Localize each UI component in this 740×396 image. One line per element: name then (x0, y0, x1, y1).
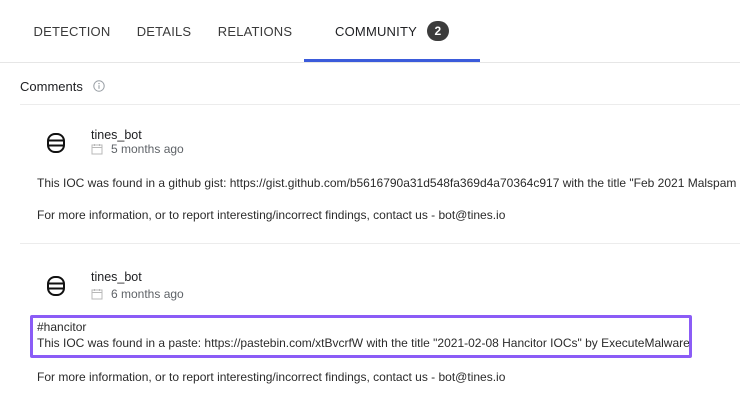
divider (20, 243, 740, 244)
tab-label: COMMUNITY (335, 23, 417, 39)
comment-item: tines_bot 6 months ago #hancitor This IO… (20, 262, 740, 392)
tab-label: DETAILS (136, 23, 192, 39)
comment-footer-text: For more information, or to report inter… (37, 370, 506, 384)
tines-bot-avatar-icon (47, 133, 65, 153)
calendar-icon (91, 144, 103, 155)
tines-bot-avatar-icon (47, 276, 65, 296)
calendar-icon (91, 289, 103, 300)
tab-label: RELATIONS (217, 23, 293, 39)
comment-footer-text: For more information, or to report inter… (37, 208, 506, 222)
comment-meta: 5 months ago (91, 142, 184, 156)
tab-relations[interactable]: RELATIONS (210, 0, 300, 62)
comment-meta: 6 months ago (91, 287, 184, 301)
comment-item: tines_bot 5 months ago This IOC was foun… (20, 120, 740, 230)
tab-details[interactable]: DETAILS (128, 0, 200, 62)
comment-time: 6 months ago (111, 287, 184, 301)
comment-time: 5 months ago (111, 142, 184, 156)
comments-header: Comments (20, 77, 105, 95)
info-icon[interactable] (93, 80, 105, 92)
comment-author[interactable]: tines_bot (91, 270, 142, 284)
comment-count-badge: 2 (426, 21, 449, 41)
tab-bar: DETECTION DETAILS RELATIONS COMMUNITY 2 (0, 0, 740, 63)
active-tab-indicator (304, 59, 480, 62)
divider (20, 104, 740, 105)
tab-community[interactable]: COMMUNITY 2 (304, 0, 480, 62)
comments-title: Comments (20, 78, 83, 94)
comment-author[interactable]: tines_bot (91, 128, 142, 142)
tab-label: DETECTION (33, 23, 111, 39)
tab-detection[interactable]: DETECTION (20, 0, 124, 62)
comment-tag-text: #hancitor (37, 320, 87, 334)
comment-text: This IOC was found in a github gist: htt… (37, 176, 740, 190)
comment-text: This IOC was found in a paste: https://p… (37, 336, 690, 350)
